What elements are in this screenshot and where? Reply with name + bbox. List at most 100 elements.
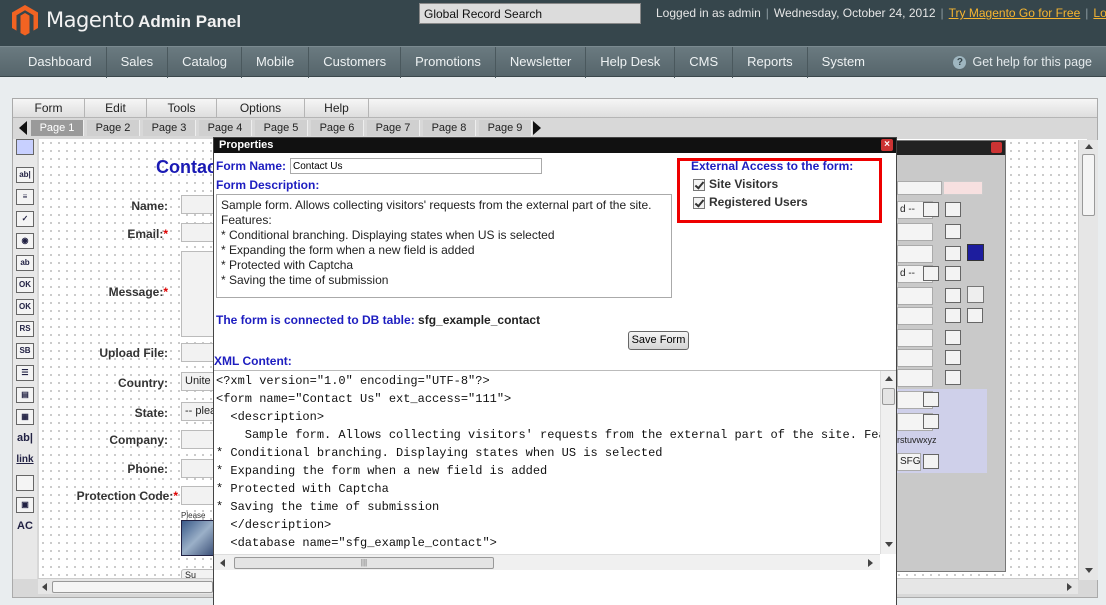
nav-dashboard[interactable]: Dashboard [14, 47, 107, 78]
panel-field-3[interactable] [897, 245, 933, 263]
email-field[interactable] [181, 223, 215, 242]
registered-users-checkbox[interactable] [693, 197, 705, 209]
vertical-scroll-thumb[interactable] [882, 388, 895, 405]
tool-link-icon[interactable]: link [16, 453, 34, 469]
country-select[interactable]: Unite [181, 372, 215, 391]
scroll-down-icon[interactable] [885, 542, 893, 547]
tool-radio-icon[interactable]: ◉ [16, 233, 34, 249]
nav-help-desk[interactable]: Help Desk [586, 47, 676, 78]
tab-page-6[interactable]: Page 6 [311, 120, 364, 136]
upload-field[interactable] [181, 343, 215, 362]
save-form-button[interactable]: Save Form [628, 331, 689, 350]
global-search-input[interactable] [419, 3, 641, 24]
tab-page-4[interactable]: Page 4 [199, 120, 252, 136]
message-field[interactable] [181, 251, 215, 337]
tool-ok-button-icon[interactable]: OK [16, 277, 34, 293]
panel-link-icon-6[interactable] [945, 308, 961, 323]
menu-help[interactable]: Help [305, 99, 369, 117]
tool-form-icon[interactable] [16, 139, 34, 155]
panel-close-icon[interactable] [991, 142, 1002, 153]
scroll-left-icon[interactable] [220, 559, 225, 567]
tab-page-2[interactable]: Page 2 [87, 120, 140, 136]
site-visitors-checkbox[interactable] [693, 179, 705, 191]
xml-vertical-scrollbar[interactable] [880, 371, 896, 554]
protection-code-field[interactable] [181, 486, 215, 505]
phone-field[interactable] [181, 459, 215, 478]
panel-select-3-arrow-icon[interactable] [923, 392, 939, 407]
nav-cms[interactable]: CMS [675, 47, 734, 78]
color-swatch-empty[interactable] [967, 286, 984, 303]
nav-sales[interactable]: Sales [107, 47, 169, 78]
tool-frame-icon[interactable] [16, 475, 34, 491]
tool-captcha-icon[interactable]: AC [16, 519, 34, 535]
close-icon[interactable]: × [881, 139, 893, 151]
panel-link-icon-1[interactable] [945, 202, 961, 217]
color-swatch[interactable] [967, 244, 984, 261]
horizontal-scroll-thumb[interactable]: ||| [234, 557, 494, 569]
logout-link[interactable]: Log Out [1093, 6, 1106, 20]
nav-system[interactable]: System [808, 47, 879, 78]
scroll-up-icon[interactable] [885, 376, 893, 381]
panel-link-icon-5[interactable] [945, 288, 961, 303]
panel-link-icon-2[interactable] [945, 224, 961, 239]
panel-field-4[interactable] [897, 287, 933, 305]
panel-link-icon-9[interactable] [945, 370, 961, 385]
state-select[interactable]: -- plea [181, 402, 215, 421]
page-prev-icon[interactable] [19, 121, 27, 135]
tool-reset-button-icon[interactable]: RS [16, 321, 34, 337]
company-field[interactable] [181, 430, 215, 449]
tool-list-icon[interactable]: ☰ [16, 365, 34, 381]
designer-scroll-right-icon[interactable] [1067, 583, 1072, 591]
nav-reports[interactable]: Reports [733, 47, 808, 78]
panel-field-1b[interactable] [943, 181, 983, 195]
tool-ok2-button-icon[interactable]: OK [16, 299, 34, 315]
tool-table-icon[interactable]: ▦ [16, 409, 34, 425]
panel-select-4-arrow-icon[interactable] [923, 414, 939, 429]
nav-catalog[interactable]: Catalog [168, 47, 242, 78]
panel-font-select-arrow-icon[interactable] [923, 454, 939, 469]
nav-promotions[interactable]: Promotions [401, 47, 496, 78]
panel-field-6[interactable] [897, 329, 933, 347]
designer-scroll-up-icon[interactable] [1085, 144, 1093, 149]
tab-page-9[interactable]: Page 9 [479, 120, 532, 136]
menu-edit[interactable]: Edit [85, 99, 147, 117]
panel-link-icon-3[interactable] [945, 246, 961, 261]
help-link[interactable]: ? Get help for this page [953, 47, 1092, 77]
tab-page-8[interactable]: Page 8 [423, 120, 476, 136]
designer-horizontal-thumb[interactable] [52, 581, 213, 593]
nav-customers[interactable]: Customers [309, 47, 402, 78]
tool-image-icon[interactable]: ▣ [16, 497, 34, 513]
designer-horizontal-scrollbar-right[interactable] [897, 578, 1078, 594]
tool-textarea-icon[interactable]: ≡ [16, 189, 34, 205]
menu-form[interactable]: Form [13, 99, 85, 117]
scroll-right-icon[interactable] [868, 559, 873, 567]
panel-link-icon-7[interactable] [945, 330, 961, 345]
form-description-textarea[interactable]: Sample form. Allows collecting visitors'… [216, 194, 672, 298]
tool-select-icon[interactable]: ▤ [16, 387, 34, 403]
panel-field-8[interactable] [897, 369, 933, 387]
nav-mobile[interactable]: Mobile [242, 47, 310, 78]
panel-link-icon-8[interactable] [945, 350, 961, 365]
panel-select-2-arrow-icon[interactable] [923, 266, 939, 281]
tool-label-icon[interactable]: ab| [16, 431, 34, 447]
tool-textbox-icon[interactable]: ab| [16, 167, 34, 183]
panel-field-1[interactable] [897, 181, 942, 195]
nav-newsletter[interactable]: Newsletter [496, 47, 587, 78]
xml-content-text[interactable]: <?xml version="1.0" encoding="UTF-8"?> <… [214, 371, 880, 554]
tab-page-5[interactable]: Page 5 [255, 120, 308, 136]
name-field[interactable] [181, 195, 215, 214]
menu-options[interactable]: Options [217, 99, 305, 117]
designer-scroll-down-icon[interactable] [1085, 568, 1093, 573]
panel-link-icon-4[interactable] [945, 266, 961, 281]
panel-field-2[interactable] [897, 223, 933, 241]
designer-horizontal-scrollbar[interactable] [38, 578, 213, 594]
panel-field-5[interactable] [897, 307, 933, 325]
menu-tools[interactable]: Tools [147, 99, 217, 117]
panel-select-1-arrow-icon[interactable] [923, 202, 939, 217]
tool-submit-button-icon[interactable]: SB [16, 343, 34, 359]
tab-page-1[interactable]: Page 1 [31, 120, 84, 136]
form-name-input[interactable] [290, 158, 542, 174]
tab-page-7[interactable]: Page 7 [367, 120, 420, 136]
tool-checkbox-icon[interactable]: ✓ [16, 211, 34, 227]
designer-vertical-scrollbar[interactable] [1078, 140, 1098, 580]
